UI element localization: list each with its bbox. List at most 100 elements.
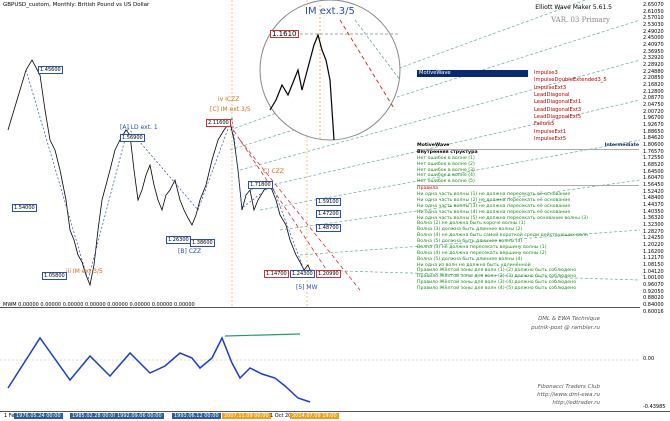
wave-label-c[interactable]: [C] IM ext.3/5 xyxy=(210,106,251,113)
time-label: 1985.02.28 00:00 xyxy=(70,413,119,419)
price-tick-label: 2.00720 xyxy=(643,108,664,115)
rules-panel: MotiveWave Intermediate Внутренняя струк… xyxy=(417,143,639,292)
window-title: GBPUSD_custom, Monthly: British Pound vs… xyxy=(3,2,150,8)
price-tick-label: 1.76570 xyxy=(643,148,664,155)
price-box[interactable]: 1.14700 xyxy=(264,270,289,278)
motivewave-item[interactable]: Intermediate xyxy=(605,143,639,149)
price-tick-label: 2.45000 xyxy=(643,35,664,42)
price-box[interactable]: 1.54000 xyxy=(12,204,37,212)
price-tick-label: 1.28270 xyxy=(643,228,664,235)
motivewave-item[interactable]: ImpulseDoubleExtended3_5 xyxy=(528,77,607,84)
motivewave-header: MotiveWave xyxy=(417,70,528,78)
price-tick-label: 2.32920 xyxy=(643,55,664,62)
wave-label-czz[interactable]: C) CZZ xyxy=(263,168,284,175)
fib-watermark: Fibonacci Traders Club xyxy=(537,384,600,390)
price-tick-label: 0.88020 xyxy=(643,295,664,302)
zoom-title: IM ext.3/5 xyxy=(305,6,355,17)
price-tick-label: 2.57010 xyxy=(643,15,664,22)
price-box[interactable]: 1.26300 xyxy=(166,236,191,244)
price-box[interactable]: 1.38600 xyxy=(190,239,215,247)
wave-label-b[interactable]: [B] CZZ xyxy=(178,248,201,255)
time-label: 1992.09.06 00:00 xyxy=(115,413,164,419)
indicator-tick-label: 0.00 xyxy=(643,356,655,362)
motivewave-item[interactable]: LeadDiagonalExt1 xyxy=(528,99,581,106)
motivewave-item[interactable]: ImpulseExt3 xyxy=(528,85,566,92)
time-label: 2014.07.09 19:00 xyxy=(290,413,339,419)
price-tick-label: 1.44370 xyxy=(643,202,664,208)
motivewave-item[interactable]: Impulse3 xyxy=(528,70,558,77)
price-box[interactable]: 1.59100 xyxy=(316,198,341,206)
rule-item: Правило Жёлтой зоны для волн (4)-(5) дол… xyxy=(417,286,577,291)
price-tick-label: 2.49020 xyxy=(643,28,664,35)
zoom-price: 1.1610 xyxy=(270,30,299,38)
dml-email: putnik-post @ rambler.ru xyxy=(531,325,600,331)
price-tick-label: 1.32300 xyxy=(643,222,664,228)
dml-watermark: DML & EWA Technique xyxy=(538,316,600,322)
price-box[interactable]: 1.48700 xyxy=(316,224,341,232)
price-tick-label: 2.16820 xyxy=(643,82,664,88)
price-tick-label: 2.12800 xyxy=(643,88,664,95)
price-tick-label: 1.88650 xyxy=(643,128,664,135)
motivewave-row-0: MotiveWave Impulse3 xyxy=(417,70,639,78)
price-tick-label: 1.08150 xyxy=(643,262,664,268)
wave-label-mw[interactable]: [5] MW xyxy=(296,284,318,291)
price-box[interactable]: 1.24300 xyxy=(290,270,315,278)
wave-structure xyxy=(25,69,305,282)
zoom-lens[interactable] xyxy=(259,0,401,141)
indicator-tick-label: -0.43985 xyxy=(643,404,666,410)
fib-url-1[interactable]: http://www.dml-ewa.ru xyxy=(537,392,600,398)
motivewave-item[interactable]: ImpulseExt1 xyxy=(528,129,566,136)
price-tick-label: 2.28920 xyxy=(643,62,664,68)
price-tick-label: 1.92670 xyxy=(643,122,664,128)
price-box[interactable]: 1.47200 xyxy=(316,210,341,218)
indicator-window[interactable]: MWM 0.00000 0.00000 0.00000 0.00000 0.00… xyxy=(0,302,640,412)
price-tick-label: 1.40350 xyxy=(643,208,664,215)
price-tick-label: 2.53030 xyxy=(643,22,664,28)
price-tick-label: 1.04120 xyxy=(643,268,664,275)
price-tick-label: 1.56450 xyxy=(643,182,664,188)
motivewave-item[interactable]: Failure5 xyxy=(528,121,554,128)
price-box[interactable]: 2.11600 xyxy=(206,119,231,127)
price-tick-label: 2.04750 xyxy=(643,102,664,108)
price-tick-label: 2.08770 xyxy=(643,95,664,102)
price-box[interactable]: 1.05800 xyxy=(42,272,67,280)
price-tick-label: 1.20220 xyxy=(643,242,664,248)
price-tick-label: 1.96700 xyxy=(643,115,664,122)
price-axis: 2.65070 2.61050 2.57010 2.53030 2.49020 2.450… xyxy=(640,0,670,411)
time-label: 1976.05.24 00:00 xyxy=(14,413,63,419)
indicator-title: MWM 0.00000 0.00000 0.00000 0.00000 0.00… xyxy=(3,302,195,308)
wave-label-iv[interactable]: iv ICZZ xyxy=(218,96,239,103)
price-tick-label: 1.68520 xyxy=(643,162,664,168)
price-tick-label: 1.00100 xyxy=(643,275,664,282)
price-box[interactable]: 1.56900 xyxy=(120,134,145,142)
price-tick-label: 0.84000 xyxy=(643,302,664,308)
ewm-version: Elliott Wave Maker 5.61.5 xyxy=(535,4,612,11)
price-tick-label: 2.61050 xyxy=(643,8,664,15)
indicator-tick-label: 0.60016 xyxy=(643,309,664,315)
price-chart[interactable]: GBPUSD_custom, Monthly: British Pound vs… xyxy=(0,0,641,306)
price-tick-label: 1.16200 xyxy=(643,248,664,255)
price-box[interactable]: 1.71800 xyxy=(248,181,273,189)
price-box[interactable]: 1.45600 xyxy=(38,66,63,74)
price-tick-label: 2.36950 xyxy=(643,48,664,55)
price-tick-label: 1.60470 xyxy=(643,175,664,182)
price-tick-label: 2.20850 xyxy=(643,75,664,82)
motivewave-item[interactable]: LeadDiagonalExt5 xyxy=(528,114,581,121)
rules-section-title: MotiveWave xyxy=(417,143,450,148)
time-label: 2007.11.09 00:00 xyxy=(222,413,271,419)
price-tick-label: 1.48400 xyxy=(643,195,664,202)
fib-url-2[interactable]: http://edtrader.ru xyxy=(552,400,600,406)
price-box[interactable]: 1.20990 xyxy=(316,270,341,278)
wave-label-a[interactable]: [A] LD ext. 1 xyxy=(120,124,158,131)
price-tick-label: 1.80600 xyxy=(643,142,664,148)
price-tick-label: 2.24880 xyxy=(643,68,664,75)
price-tick-label: 2.40970 xyxy=(643,42,664,48)
variant-label: VAR. 03 Primary xyxy=(551,16,610,24)
price-tick-label: 1.52420 xyxy=(643,188,664,195)
motivewave-item[interactable]: LeadDiagonal xyxy=(528,92,569,99)
indicator-line xyxy=(7,336,311,403)
wave-label-iii[interactable]: iii IM ext.3/5 xyxy=(66,268,103,275)
motivewave-item[interactable]: LeadDiagonalExt3 xyxy=(528,107,581,114)
price-tick-label: 1.84620 xyxy=(643,135,664,142)
time-label: 1993.06.12 00:00 xyxy=(172,413,221,419)
